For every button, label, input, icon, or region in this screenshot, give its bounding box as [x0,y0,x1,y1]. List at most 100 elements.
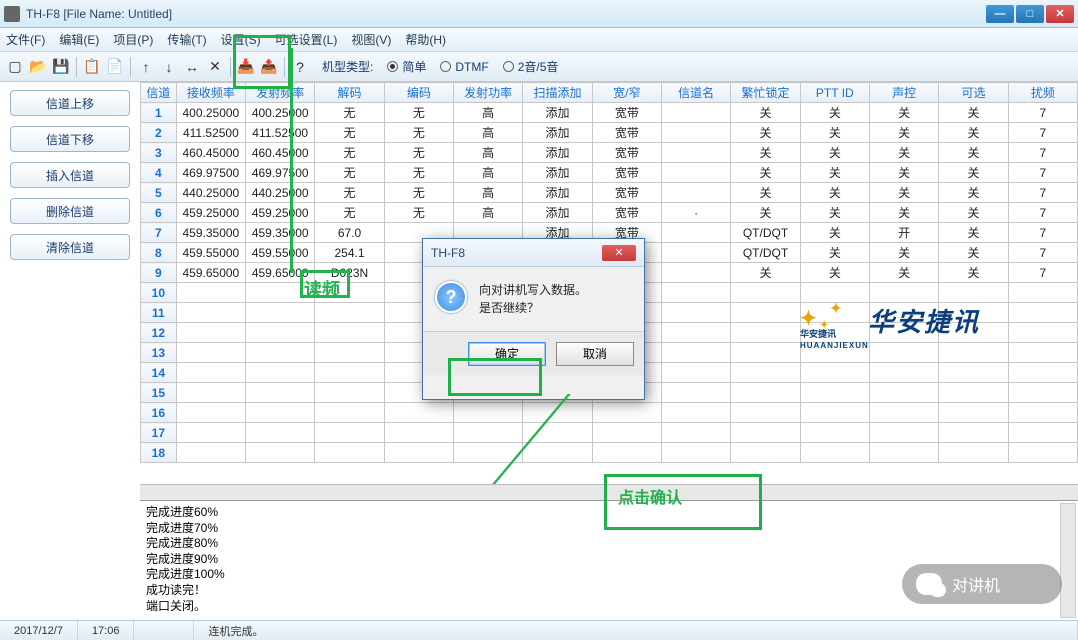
cell[interactable] [662,163,731,183]
read-icon[interactable]: 📥 [235,56,257,78]
cell[interactable] [1008,283,1077,303]
menu-project[interactable]: 项目(P) [113,31,153,48]
radio-simple[interactable]: 简单 [387,58,426,75]
cell[interactable]: 7 [1008,103,1077,123]
cell[interactable]: QT/DQT [731,223,800,243]
cell[interactable]: 440.25000 [176,183,245,203]
cell[interactable]: · [662,203,731,223]
cell[interactable]: 无 [384,203,453,223]
cell[interactable]: 关 [939,203,1008,223]
cell[interactable]: 469.97500 [176,163,245,183]
dialog-close-button[interactable]: ✕ [602,245,636,261]
ok-button[interactable]: 确定 [468,342,546,366]
minimize-button[interactable]: — [986,5,1014,23]
cell[interactable]: 添加 [523,203,592,223]
cell[interactable]: 254.1 [315,243,384,263]
cell[interactable]: 关 [869,243,938,263]
cell[interactable]: 无 [384,103,453,123]
cell[interactable] [246,403,315,423]
cell[interactable] [1008,363,1077,383]
cell[interactable]: 关 [939,183,1008,203]
copy-icon[interactable]: 📋 [81,56,103,78]
cell[interactable]: 无 [315,163,384,183]
cell[interactable]: 关 [731,103,800,123]
menu-settings[interactable]: 设置(S) [221,31,261,48]
cell[interactable]: 宽带 [592,143,661,163]
cell[interactable] [662,303,731,323]
cell[interactable]: 添加 [523,123,592,143]
cell[interactable] [1008,443,1077,463]
cell[interactable]: 关 [869,123,938,143]
cell[interactable] [800,363,869,383]
cell[interactable] [315,403,384,423]
cell[interactable] [1008,343,1077,363]
cell[interactable] [176,443,245,463]
cell[interactable]: 7 [1008,163,1077,183]
cell[interactable] [731,343,800,363]
cell[interactable]: 关 [800,183,869,203]
cell[interactable] [1008,303,1077,323]
cell[interactable] [315,343,384,363]
maximize-button[interactable]: □ [1016,5,1044,23]
cell[interactable]: 67.0 [315,223,384,243]
cell[interactable]: 关 [800,103,869,123]
cell[interactable]: 宽带 [592,123,661,143]
cell[interactable]: 宽带 [592,103,661,123]
cell[interactable]: 440.25000 [246,183,315,203]
vertical-scrollbar[interactable] [1060,503,1076,618]
cell[interactable] [454,403,523,423]
cell[interactable] [800,383,869,403]
col-header[interactable]: 可选 [939,83,1008,103]
cell[interactable] [800,443,869,463]
cell[interactable]: 关 [939,123,1008,143]
cell[interactable]: 关 [869,203,938,223]
cell[interactable]: 关 [939,103,1008,123]
cell[interactable]: 高 [454,143,523,163]
cell[interactable] [662,403,731,423]
col-header[interactable]: 接收频率 [176,83,245,103]
cell[interactable] [662,443,731,463]
cell[interactable] [315,443,384,463]
cell[interactable]: 关 [800,203,869,223]
cell[interactable] [1008,403,1077,423]
cancel-button[interactable]: 取消 [556,342,634,366]
cell[interactable]: 关 [939,263,1008,283]
cell[interactable]: 关 [939,243,1008,263]
cell[interactable] [176,423,245,443]
cell[interactable] [246,423,315,443]
col-header[interactable]: 声控 [869,83,938,103]
cell[interactable]: 添加 [523,103,592,123]
cell[interactable]: 7 [1008,203,1077,223]
menu-file[interactable]: 文件(F) [6,31,45,48]
cell[interactable]: 459.25000 [246,203,315,223]
cell[interactable] [731,383,800,403]
menu-view[interactable]: 视图(V) [351,31,391,48]
cell[interactable] [662,243,731,263]
cell[interactable] [662,123,731,143]
cell[interactable] [315,323,384,343]
cell[interactable] [731,363,800,383]
col-header[interactable]: 繁忙锁定 [731,83,800,103]
cell[interactable]: 开 [869,223,938,243]
cell[interactable] [869,423,938,443]
cell[interactable] [939,423,1008,443]
radio-dtmf[interactable]: DTMF [440,60,488,74]
cell[interactable]: 无 [315,203,384,223]
col-header[interactable]: PTT ID [800,83,869,103]
cell[interactable]: 添加 [523,163,592,183]
cell[interactable] [662,423,731,443]
cell[interactable]: 宽带 [592,203,661,223]
cell[interactable] [176,283,245,303]
cell[interactable] [384,403,453,423]
col-header[interactable]: 发射功率 [454,83,523,103]
cell[interactable] [384,443,453,463]
cell[interactable]: 459.25000 [176,203,245,223]
cell[interactable]: 7 [1008,143,1077,163]
cell[interactable] [246,303,315,323]
cell[interactable] [662,363,731,383]
paste-icon[interactable]: 📄 [104,56,126,78]
cell[interactable] [800,423,869,443]
cell[interactable] [246,363,315,383]
btn-delete-channel[interactable]: 删除信道 [10,198,130,224]
cell[interactable]: 7 [1008,123,1077,143]
